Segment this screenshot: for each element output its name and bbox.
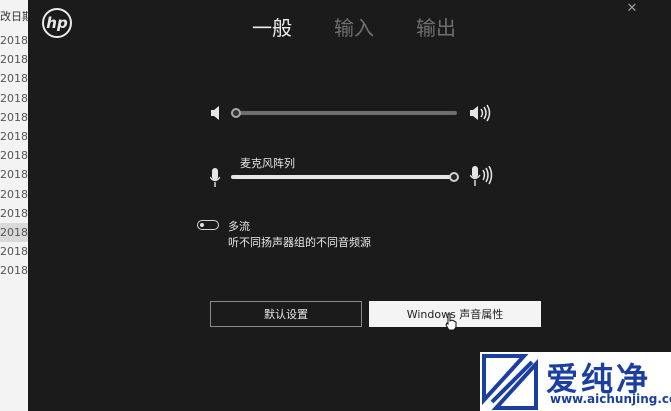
multistream-description: 听不同扬声器组的不同音频源 (228, 236, 371, 249)
file-list-row[interactable]: 2018/3/ (0, 185, 28, 204)
background-file-list: 改日期 2018/102018/3/2018/3/2018/3/2018/3/2… (0, 0, 28, 411)
microphone-label: 麦克风阵列 (240, 157, 295, 170)
speaker-volume-track[interactable] (231, 111, 457, 115)
file-list-row[interactable]: 2018/3/ (0, 223, 28, 242)
file-list-row[interactable]: 2018/9/ (0, 127, 28, 146)
speaker-volume-knob[interactable] (231, 108, 241, 118)
microphone-loud-icon (470, 166, 493, 186)
default-settings-button[interactable]: 默认设置 (210, 301, 362, 327)
hp-audio-dialog: hp ✕ 一般 输入 输出 麦克风阵列 多流 听不同扬声器组的不同音频源 默认设… (28, 0, 671, 411)
date-column-header: 改日期 (0, 10, 28, 23)
tab-output[interactable]: 输出 (416, 12, 456, 41)
multistream-title: 多流 (228, 220, 250, 233)
watermark-url: www.aichunjing.com (550, 392, 671, 406)
toggle-dot (200, 222, 204, 227)
file-list-row[interactable]: 2018/3/ (0, 261, 28, 280)
file-list-row[interactable]: 2018/3/ (0, 204, 28, 223)
file-list-row[interactable]: 2018/3/ (0, 89, 28, 108)
file-list-row[interactable]: 2018/3/ (0, 108, 28, 127)
microphone-volume-track[interactable] (231, 175, 457, 179)
file-list-row[interactable]: 2018/3/ (0, 50, 28, 69)
hand-cursor-icon (445, 313, 457, 331)
speaker-high-icon (470, 104, 491, 122)
tab-general[interactable]: 一般 (252, 12, 292, 41)
file-list-row[interactable]: 2018/10 (0, 31, 28, 50)
multistream-toggle[interactable] (197, 220, 219, 230)
microphone-icon (210, 168, 220, 187)
speaker-low-icon (211, 106, 219, 120)
microphone-volume-knob[interactable] (449, 172, 459, 182)
tab-input[interactable]: 输入 (334, 12, 374, 41)
file-list-row[interactable]: 2018/3/ (0, 242, 28, 261)
file-list-row[interactable]: 2018/3/ (0, 146, 28, 165)
tab-bar: 一般 输入 输出 (28, 12, 671, 42)
watermark-logo-icon (480, 352, 540, 411)
file-list-row[interactable]: 2018/3/ (0, 165, 28, 184)
file-list-row[interactable]: 2018/3/ (0, 69, 28, 88)
watermark: 爱纯净 www.aichunjing.com (480, 352, 671, 411)
